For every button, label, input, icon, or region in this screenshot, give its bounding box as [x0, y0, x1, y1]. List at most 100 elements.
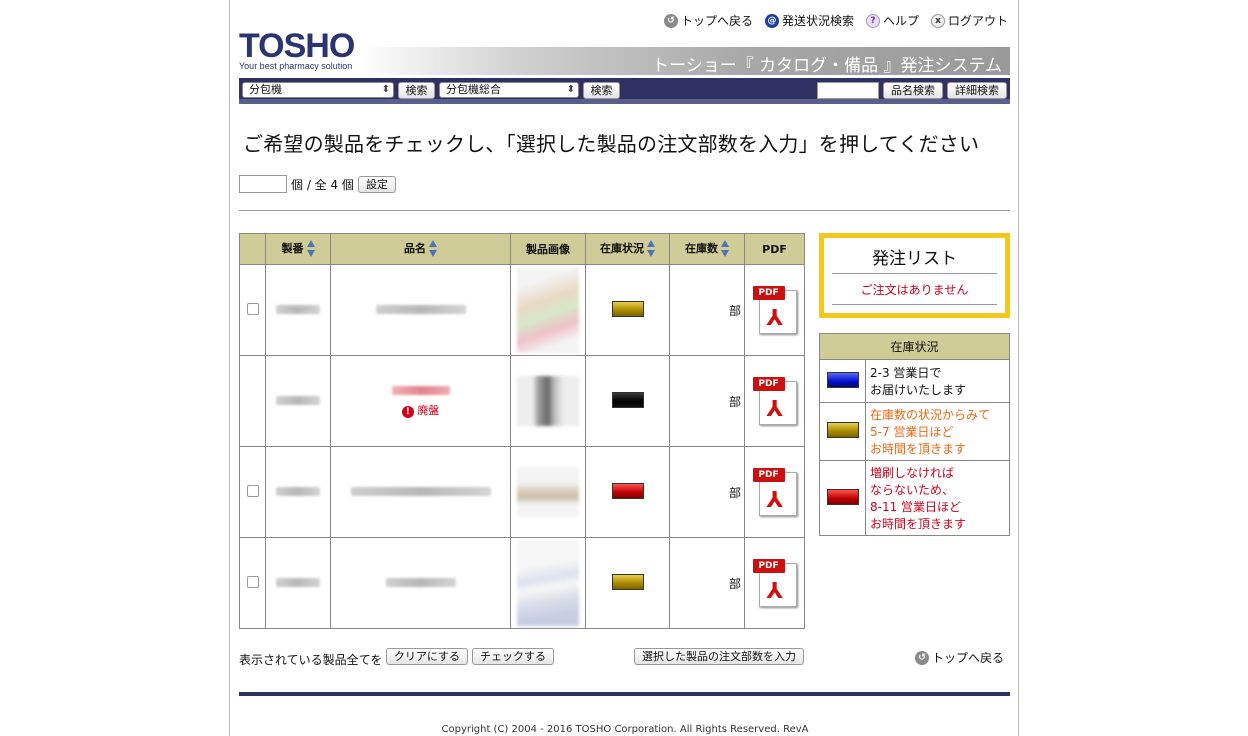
- legend-item: 2-3 営業日で お届けいたします: [819, 359, 1010, 403]
- sort-icon[interactable]: [647, 239, 655, 259]
- help-icon: ?: [865, 13, 880, 28]
- category-search-button[interactable]: 検索: [398, 82, 435, 99]
- product-name-cell: [330, 537, 511, 629]
- at-icon: @: [764, 13, 779, 28]
- product-name-cell: [330, 264, 511, 356]
- back-to-top-link[interactable]: ↺ トップへ戻る: [663, 12, 753, 29]
- header-product-image: 製品画像: [510, 233, 586, 265]
- footer-divider: [239, 692, 1010, 696]
- quantity-input[interactable]: [239, 175, 287, 193]
- back-to-top-link-bottom[interactable]: ↺ トップへ戻る: [915, 649, 1004, 666]
- set-button[interactable]: 設定: [357, 175, 396, 193]
- system-title: トーショー『 カタログ・備品 』発注システム: [652, 56, 1002, 76]
- pdf-icon[interactable]: PDF ⅄: [752, 286, 797, 334]
- stock-legend: 在庫状況 2-3 営業日で お届けいたします 在庫数の状況からみて 5-7 営業…: [819, 333, 1010, 536]
- product-number-cell: [265, 537, 331, 629]
- back-arrow-icon: ↺: [915, 650, 929, 665]
- name-search-button[interactable]: 品名検索: [883, 82, 943, 99]
- header-product-name[interactable]: 品名: [330, 233, 511, 265]
- stock-indicator-gold: [611, 573, 644, 590]
- product-image[interactable]: [517, 540, 579, 626]
- table-row: ! 廃盤 部 PDF ⅄: [239, 355, 805, 447]
- pdf-cell: PDF ⅄: [744, 355, 805, 447]
- product-name-redacted[interactable]: [385, 578, 456, 587]
- product-image[interactable]: [517, 376, 579, 426]
- stock-indicator-gold: [826, 422, 859, 438]
- legend-swatch-cell: [819, 359, 866, 403]
- table-row: 部 PDF ⅄: [239, 264, 805, 356]
- bulk-actions-row: 表示されている製品全てを クリアにする チェックする 選択した製品の注文部数を入…: [239, 648, 1010, 670]
- stock-quantity-cell: 部: [669, 355, 745, 447]
- row-checkbox[interactable]: [246, 575, 259, 588]
- enter-quantities-button[interactable]: 選択した製品の注文部数を入力: [634, 648, 804, 665]
- legend-swatch-cell: [819, 402, 866, 461]
- legend-item: 増刷しなければ ならないため、 8-11 営業日ほど お時間を頂きます: [819, 460, 1010, 536]
- stock-status-cell: [585, 537, 670, 629]
- order-list-empty-message: ご注文はありません: [860, 283, 969, 297]
- exclamation-icon: !: [401, 406, 414, 418]
- clear-all-button[interactable]: クリアにする: [386, 648, 468, 665]
- product-image-cell: [510, 446, 586, 538]
- row-checkbox-cell: [239, 264, 266, 356]
- check-all-button[interactable]: チェックする: [472, 648, 554, 665]
- copyright-text: Copyright (C) 2004 - 2016 TOSHO Corporat…: [441, 724, 809, 735]
- product-image-cell: [510, 264, 586, 356]
- quantity-suffix: 個 / 全 4 個: [291, 177, 354, 192]
- product-table: 製番 品名 製品画像 在庫状況 在庫数 PDF 部 PDF ⅄ ! 廃盤 部 P…: [239, 233, 805, 629]
- legend-title: 在庫状況: [819, 333, 1010, 360]
- header-checkbox-col: [239, 233, 266, 265]
- help-link[interactable]: ? ヘルプ: [865, 12, 919, 29]
- header-stock-status[interactable]: 在庫状況: [585, 233, 670, 265]
- product-name-cell: [330, 446, 511, 538]
- product-number-redacted: [276, 305, 320, 314]
- product-number-cell: [265, 355, 331, 447]
- quantity-row: 個 / 全 4 個 設定: [239, 175, 396, 193]
- sort-icon[interactable]: [721, 239, 729, 259]
- sort-icon[interactable]: [306, 239, 315, 259]
- shipping-search-link[interactable]: @ 発送状況検索: [764, 12, 854, 29]
- pdf-icon[interactable]: PDF ⅄: [752, 468, 797, 516]
- stock-status-cell: [585, 446, 670, 538]
- product-number-redacted: [276, 578, 320, 587]
- pdf-icon[interactable]: PDF ⅄: [752, 377, 797, 425]
- subcategory-select[interactable]: 分包機総合: [439, 82, 579, 98]
- close-icon: x: [930, 13, 945, 28]
- product-name-redacted[interactable]: [375, 305, 466, 314]
- row-checkbox[interactable]: [246, 302, 259, 315]
- product-number-cell: [265, 446, 331, 538]
- category-select[interactable]: 分包機: [242, 82, 394, 98]
- stock-status-cell: [585, 264, 670, 356]
- subcategory-search-button[interactable]: 検索: [583, 82, 620, 99]
- detail-search-button[interactable]: 詳細検索: [947, 82, 1007, 99]
- stock-indicator-blue: [826, 371, 859, 388]
- pdf-cell: PDF ⅄: [744, 264, 805, 356]
- row-checkbox[interactable]: [246, 484, 259, 497]
- table-header-row: 製番 品名 製品画像 在庫状況 在庫数 PDF: [239, 233, 805, 265]
- legend-text: 2-3 営業日で お届けいたします: [865, 359, 1010, 403]
- pdf-icon[interactable]: PDF ⅄: [752, 559, 797, 607]
- legend-text: 増刷しなければ ならないため、 8-11 営業日ほど お時間を頂きます: [865, 460, 1010, 536]
- logout-link[interactable]: x ログアウト: [930, 12, 1008, 29]
- row-checkbox-cell: [239, 537, 266, 629]
- product-image[interactable]: [517, 467, 579, 517]
- header-stock-quantity[interactable]: 在庫数: [669, 233, 745, 265]
- divider: [832, 273, 997, 274]
- stock-indicator-red: [611, 482, 644, 499]
- system-title-banner: トーショー『 カタログ・備品 』発注システム: [360, 47, 1010, 76]
- sort-icon[interactable]: [429, 239, 437, 259]
- header-product-number[interactable]: 製番: [265, 233, 331, 265]
- search-bar: 分包機 検索 分包機総合 検索 品名検索 詳細検索: [239, 78, 1010, 104]
- product-image[interactable]: [517, 267, 579, 353]
- order-list-panel: 発注リスト ご注文はありません: [819, 233, 1010, 318]
- search-bar-divider: [239, 99, 1010, 104]
- order-list-title: 発注リスト: [872, 249, 957, 269]
- table-row: 部 PDF ⅄: [239, 446, 805, 538]
- product-name-redacted[interactable]: [350, 487, 491, 496]
- header-pdf: PDF: [744, 233, 805, 265]
- top-links: ↺ トップへ戻る @ 発送状況検索 ? ヘルプ x ログアウト: [663, 12, 1008, 29]
- product-name-redacted[interactable]: [391, 386, 450, 395]
- discontinued-badge: ! 廃盤: [331, 402, 510, 418]
- keyword-input[interactable]: [817, 82, 879, 99]
- tosho-logo[interactable]: TOSHO Your best pharmacy solution: [239, 29, 355, 71]
- stock-indicator-gold: [611, 300, 644, 317]
